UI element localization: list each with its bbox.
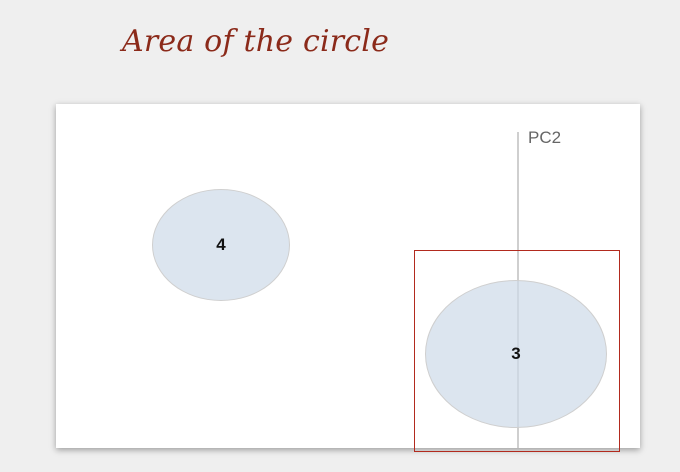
pc2-axis-label: PC2 (528, 128, 562, 147)
highlight-box (414, 250, 620, 452)
bubble-4: 4 (152, 189, 290, 301)
slide-title: Area of the circle (122, 24, 390, 59)
bubble-4-label: 4 (216, 235, 226, 254)
